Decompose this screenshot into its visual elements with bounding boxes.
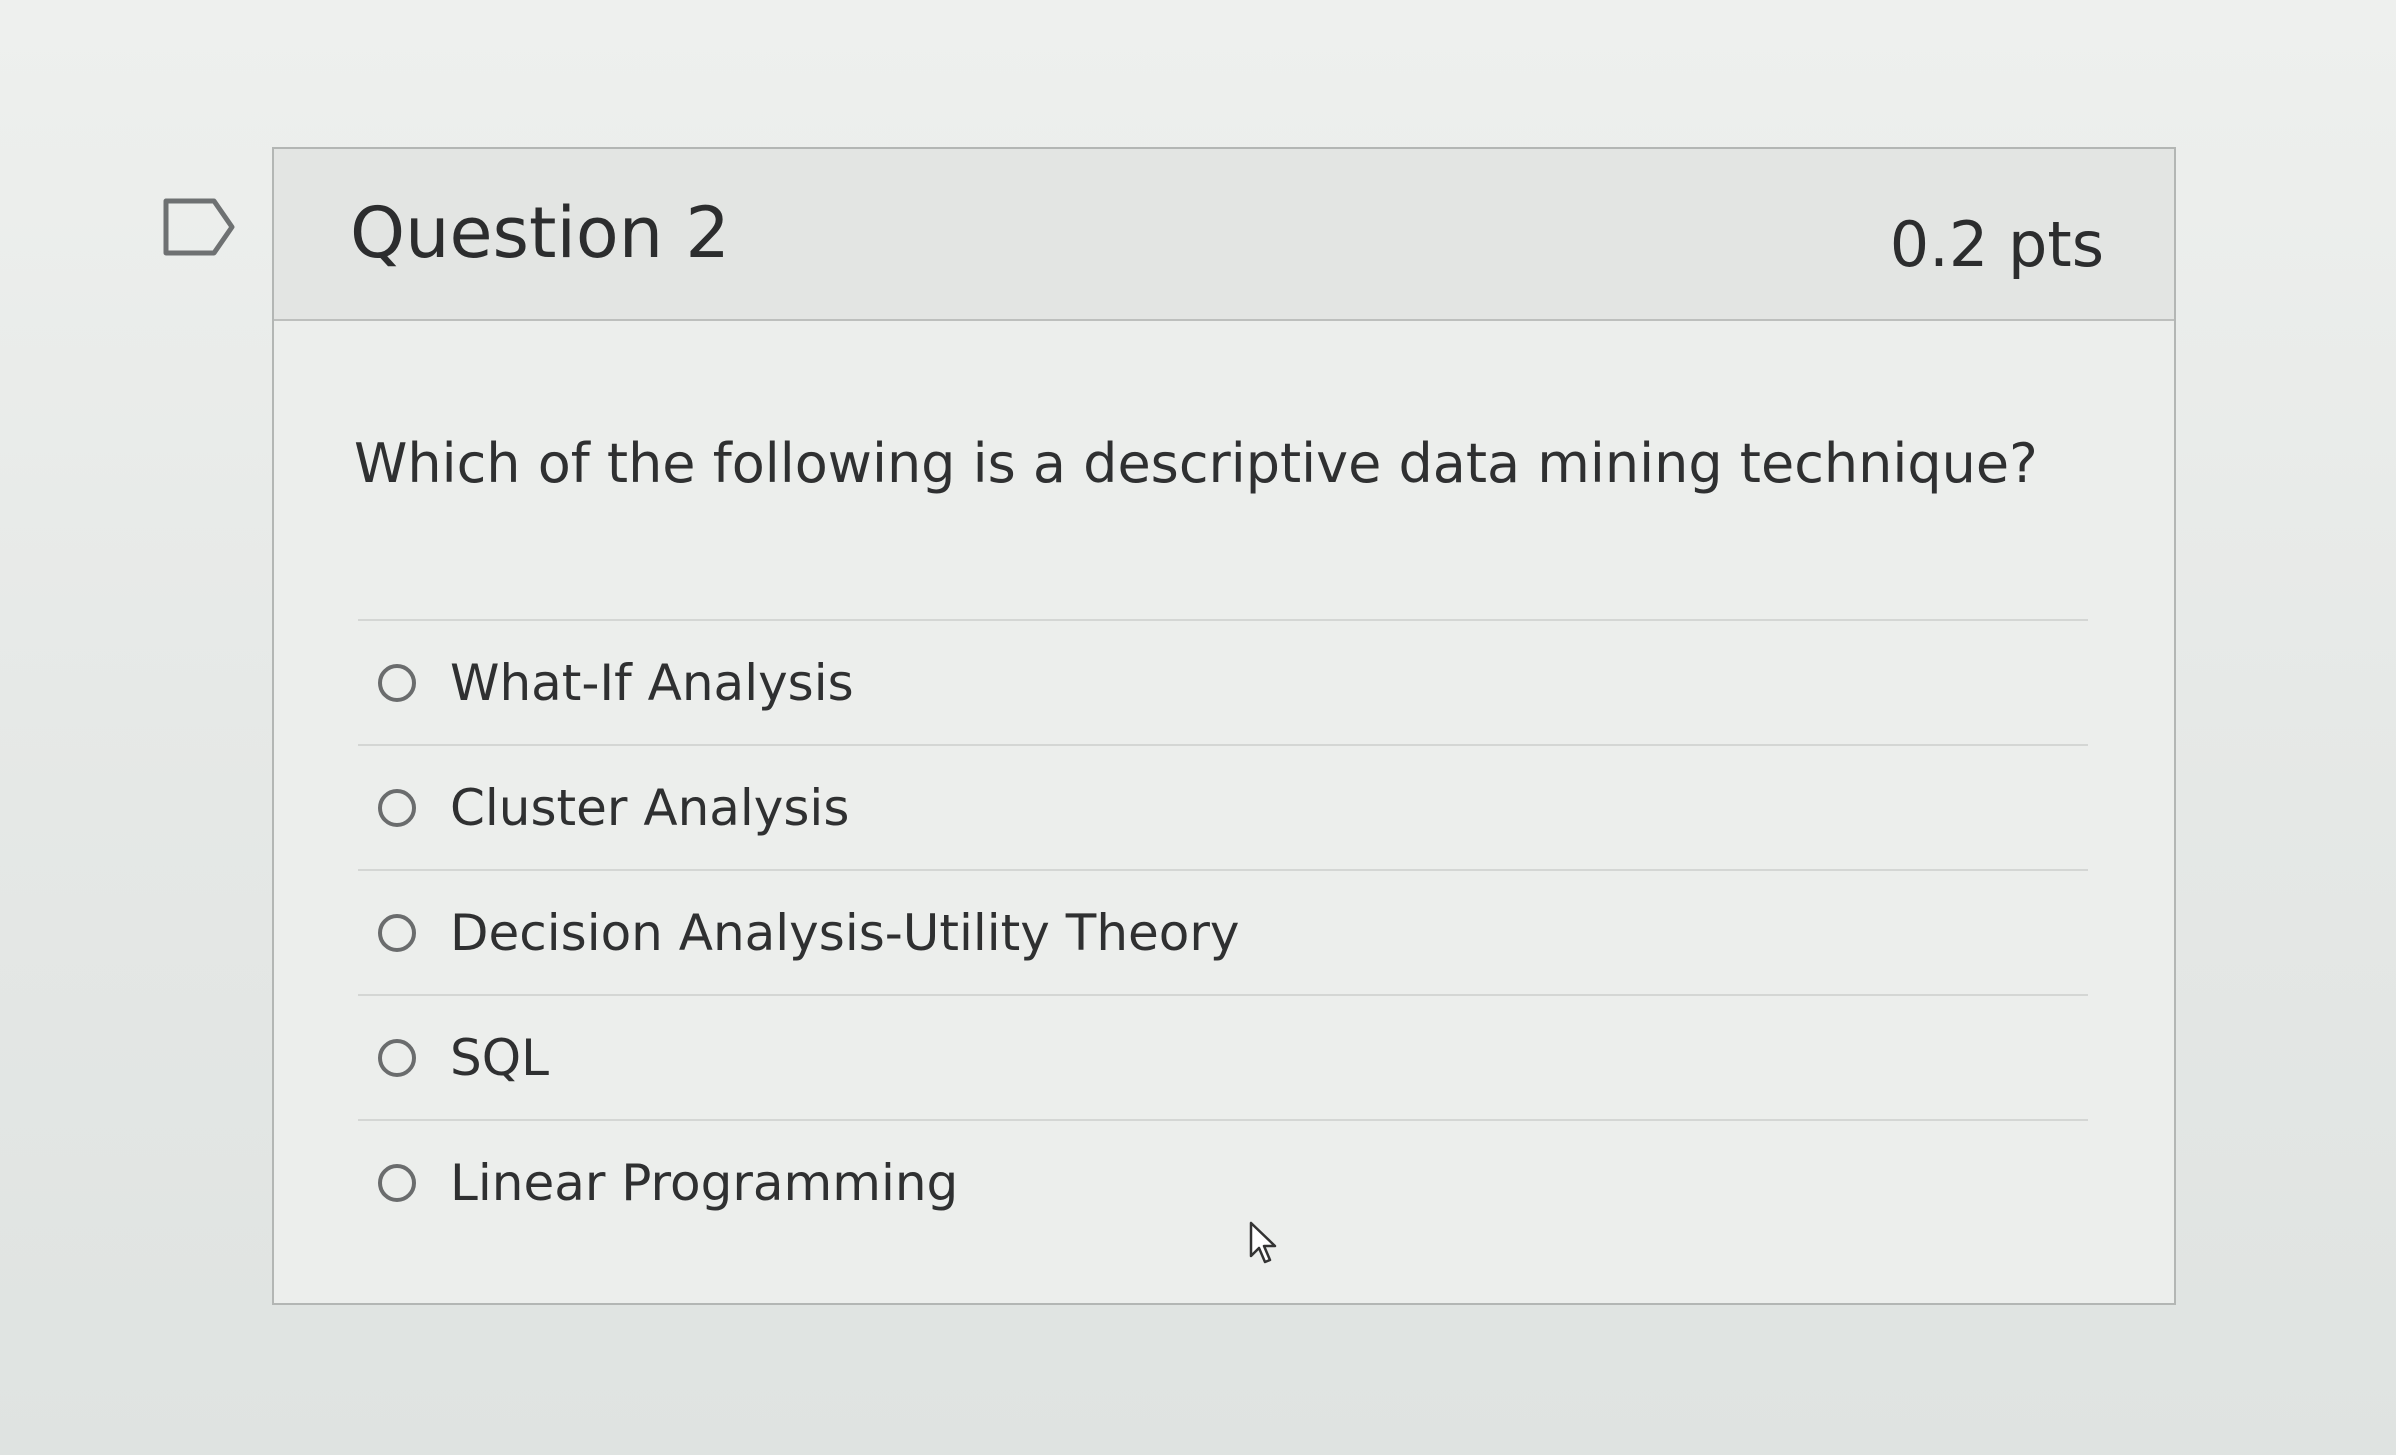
answer-list: What-If Analysis Cluster Analysis Decisi…: [358, 619, 2088, 1244]
question-text: Which of the following is a descriptive …: [354, 432, 2038, 495]
answer-option-what-if-analysis[interactable]: What-If Analysis: [358, 621, 2088, 746]
answer-label[interactable]: Decision Analysis-Utility Theory: [450, 903, 1240, 963]
question-points: 0.2 pts: [1889, 208, 2104, 281]
mouse-pointer-icon: [1249, 1221, 1277, 1264]
answer-option-cluster-analysis[interactable]: Cluster Analysis: [358, 746, 2088, 871]
radio-unselected-icon[interactable]: [378, 913, 416, 952]
flag-question-icon[interactable]: [162, 197, 236, 257]
answer-option-linear-programming[interactable]: Linear Programming: [358, 1121, 2088, 1244]
answer-label[interactable]: SQL: [450, 1028, 549, 1088]
answer-label[interactable]: Linear Programming: [450, 1153, 958, 1213]
answer-option-decision-analysis[interactable]: Decision Analysis-Utility Theory: [358, 871, 2088, 996]
answer-option-sql[interactable]: SQL: [358, 996, 2088, 1121]
question-card: Question 2 0.2 pts Which of the followin…: [272, 147, 2176, 1305]
radio-unselected-icon[interactable]: [378, 1038, 416, 1077]
radio-unselected-icon[interactable]: [378, 788, 416, 827]
question-title: Question 2: [350, 192, 730, 274]
radio-unselected-icon[interactable]: [378, 1163, 416, 1202]
answer-label[interactable]: Cluster Analysis: [450, 778, 849, 838]
question-header: Question 2 0.2 pts: [274, 149, 2174, 321]
radio-unselected-icon[interactable]: [378, 663, 416, 702]
answer-label[interactable]: What-If Analysis: [450, 653, 854, 713]
